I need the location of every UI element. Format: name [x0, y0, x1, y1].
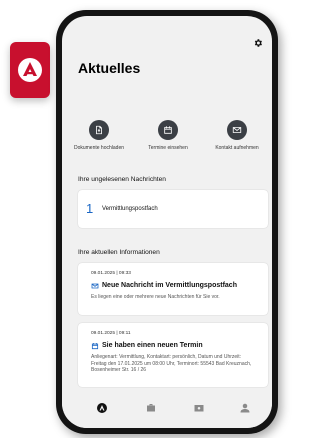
info-title: Neue Nachricht im Vermittlungspostfach [102, 282, 237, 289]
unread-label: Vermittlungspostfach [102, 206, 158, 212]
info-card-message[interactable]: 09.01.2025 | 09:33 Neue Nachricht im Ver… [78, 263, 268, 315]
page-title: Aktuelles [78, 60, 141, 76]
info-section-title: Ihre aktuellen Informationen [78, 249, 160, 256]
action-label: Termine einsehen [148, 145, 188, 151]
mail-icon [91, 283, 99, 289]
wallet-icon[interactable] [193, 402, 205, 414]
phone-frame: Aktuelles Dokumente hochladen Termine ei… [56, 10, 278, 434]
info-body: Es liegen eine oder mehrere neue Nachric… [91, 294, 220, 300]
info-card-appointment[interactable]: 09.01.2025 | 09:11 Sie haben einen neuen… [78, 323, 268, 387]
unread-count: 1 [86, 201, 94, 216]
contact-button[interactable]: Kontakt aufnehmen [210, 120, 264, 152]
info-timestamp: 09.01.2025 | 09:33 [91, 271, 131, 276]
info-body: Anliegenart: Vermittlung, Kontaktart: pe… [91, 354, 252, 374]
briefcase-icon[interactable] [145, 402, 157, 414]
info-timestamp: 09.01.2025 | 09:11 [91, 331, 131, 336]
calendar-icon [91, 343, 99, 350]
action-label: Kontakt aufnehmen [215, 145, 259, 151]
unread-card-postfach[interactable]: 1 Vermittlungspostfach [78, 190, 268, 228]
contact-icon [227, 120, 247, 140]
agentur-logo-icon [18, 58, 42, 82]
info-title: Sie haben einen neuen Termin [102, 342, 203, 349]
person-icon[interactable] [239, 402, 251, 414]
app-logo [10, 42, 50, 98]
view-appointments-button[interactable]: Termine einsehen [141, 120, 195, 152]
app-screen: Aktuelles Dokumente hochladen Termine ei… [62, 16, 272, 428]
upload-documents-button[interactable]: Dokumente hochladen [72, 120, 126, 152]
bottom-tab-bar [62, 394, 272, 428]
home-icon[interactable] [96, 402, 108, 414]
unread-section-title: Ihre ungelesenen Nachrichten [78, 176, 166, 183]
calendar-icon [158, 120, 178, 140]
gear-icon[interactable] [253, 38, 263, 48]
action-label: Dokumente hochladen [73, 145, 125, 151]
document-upload-icon [89, 120, 109, 140]
